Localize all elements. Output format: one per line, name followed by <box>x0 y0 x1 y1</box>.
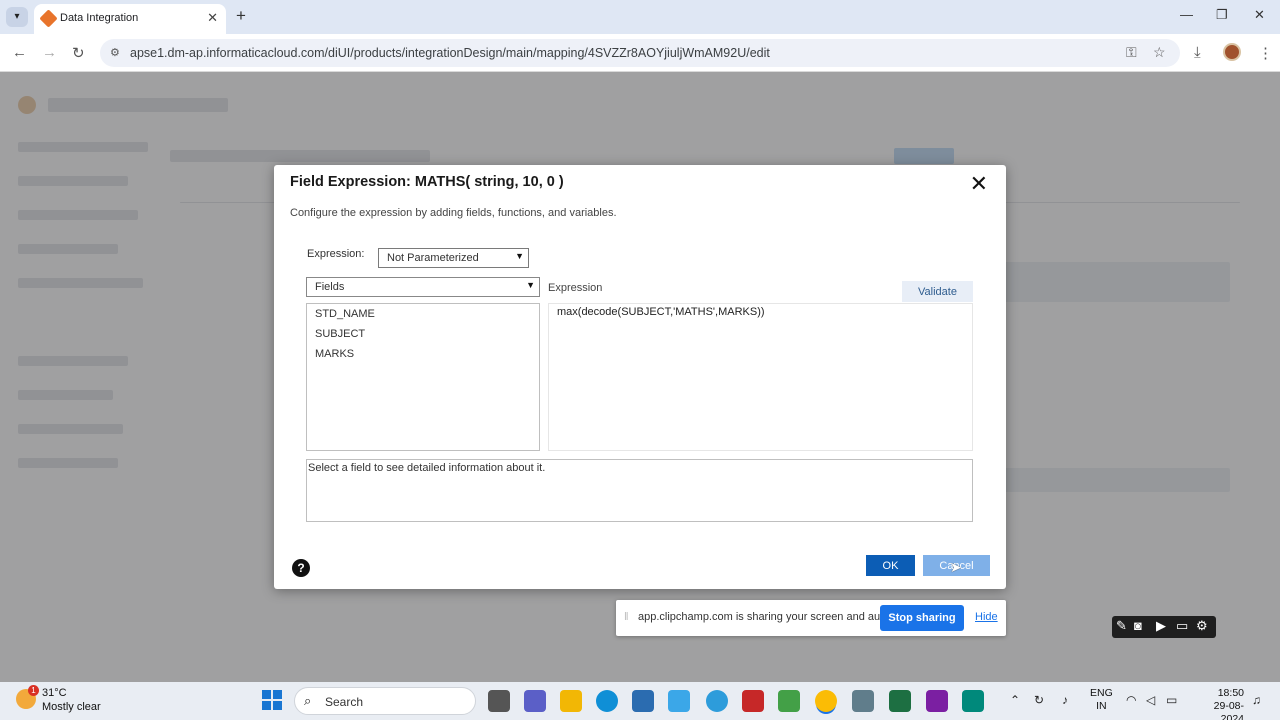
excel-icon[interactable] <box>889 690 911 712</box>
language-indicator[interactable]: ENG IN <box>1090 687 1113 713</box>
browser-tab-strip: ▾ Data Integration ✕ + — ❐ ✕ <box>0 0 1280 34</box>
informatica-favicon-icon <box>39 9 58 28</box>
search-placeholder: Search <box>325 695 364 709</box>
dialog-subtitle: Configure the expression by adding field… <box>290 207 617 219</box>
ok-button[interactable]: OK <box>866 555 915 576</box>
temperature[interactable]: 31°C <box>42 687 67 699</box>
stop-sharing-button[interactable]: Stop sharing <box>880 605 964 631</box>
recording-toolbar: ✎ ◙ ▶ ▭ ⚙ <box>1112 616 1216 638</box>
clipchamp-icon[interactable] <box>926 690 948 712</box>
battery-icon[interactable]: ▭ <box>1166 693 1177 707</box>
taskbar-search[interactable]: ⌕ Search <box>294 687 476 715</box>
new-tab-plus-icon[interactable]: + <box>236 6 246 26</box>
app-icon[interactable] <box>778 690 800 712</box>
settings-gear-icon[interactable]: ⚙ <box>1196 618 1208 634</box>
validate-button[interactable]: Validate <box>902 281 973 302</box>
expression-label: Expression: <box>307 248 365 260</box>
video-icon[interactable]: ▶ <box>1156 618 1166 634</box>
expression-header: Expression <box>548 282 603 294</box>
site-info-icon[interactable]: ⚙ <box>110 46 120 59</box>
chevron-down-icon: ▼ <box>515 251 524 261</box>
app-icon[interactable] <box>668 690 690 712</box>
mouse-pointer-icon: ➤ <box>950 559 962 575</box>
clock-date: 29-08-2024 <box>1213 700 1244 720</box>
browser-menu-icon[interactable]: ⋮ <box>1258 44 1273 62</box>
wifi-icon[interactable]: ◠ <box>1126 693 1136 707</box>
download-icon[interactable]: ⤓ <box>1194 44 1201 61</box>
volume-icon[interactable]: ◁ <box>1146 693 1155 707</box>
folder-icon[interactable]: ▭ <box>1176 618 1188 634</box>
store-icon[interactable] <box>632 690 654 712</box>
browser-tab[interactable]: Data Integration ✕ <box>34 4 226 34</box>
notification-bell-icon[interactable]: ♫ <box>1252 693 1261 707</box>
minimize-icon[interactable]: — <box>1180 7 1193 22</box>
tab-close-icon[interactable]: ✕ <box>207 10 218 26</box>
sync-icon[interactable]: ↻ <box>1034 693 1044 707</box>
field-list-item[interactable]: STD_NAME <box>315 308 375 320</box>
region-code: IN <box>1096 700 1107 712</box>
url-text[interactable]: apse1.dm-ap.informaticacloud.com/diUI/pr… <box>130 46 770 60</box>
teams-icon[interactable] <box>524 690 546 712</box>
field-list-item[interactable]: MARKS <box>315 348 354 360</box>
field-expression-dialog: Field Expression: MATHS( string, 10, 0 )… <box>274 165 1006 589</box>
weather-condition[interactable]: Mostly clear <box>42 701 101 713</box>
restore-icon[interactable]: ❐ <box>1216 7 1228 23</box>
address-toolbar: ← → ↻ ⚙ apse1.dm-ap.informaticacloud.com… <box>0 34 1280 72</box>
system-clock[interactable]: 18:50 29-08-2024 <box>1192 687 1244 720</box>
screen-sharing-bar: ‖ app.clipchamp.com is sharing your scre… <box>616 600 1006 636</box>
clock-time: 18:50 <box>1217 687 1244 699</box>
drag-handle-icon[interactable]: ‖ <box>624 611 629 623</box>
parameterization-value: Not Parameterized <box>387 252 479 264</box>
edge-icon[interactable] <box>596 690 618 712</box>
field-info-panel: Select a field to see detailed informati… <box>306 459 973 522</box>
hide-link[interactable]: Hide <box>975 611 998 623</box>
reload-icon[interactable]: ↻ <box>72 44 85 62</box>
pen-icon[interactable]: ✎ <box>1116 618 1127 634</box>
dialog-title: Field Expression: MATHS( string, 10, 0 ) <box>290 174 564 190</box>
windows-start-icon[interactable] <box>262 690 282 710</box>
omnibox[interactable]: ⚙ apse1.dm-ap.informaticacloud.com/diUI/… <box>100 39 1180 67</box>
tab-search-chevron-icon[interactable]: ▾ <box>6 7 28 27</box>
chevron-up-icon[interactable]: ⌃ <box>1010 693 1020 707</box>
password-key-icon[interactable]: ⚿ <box>1126 44 1137 61</box>
parameterization-select[interactable]: Not Parameterized ▼ <box>378 248 529 268</box>
forward-arrow-icon[interactable]: → <box>42 44 57 61</box>
app-icon[interactable] <box>706 690 728 712</box>
field-info-text: Select a field to see detailed informati… <box>308 462 546 474</box>
microphone-icon[interactable]: ♪ <box>1062 693 1068 707</box>
language-code: ENG <box>1090 687 1113 699</box>
profile-avatar[interactable] <box>1223 43 1241 61</box>
weather-badge: 1 <box>28 685 39 696</box>
tab-title: Data Integration <box>60 12 139 24</box>
sharing-message: app.clipchamp.com is sharing your screen… <box>638 611 898 623</box>
windows-taskbar: 1 31°C Mostly clear ⌕ Search ⌃ ↻ ♪ ENG I… <box>0 682 1280 720</box>
file-explorer-icon[interactable] <box>560 690 582 712</box>
fields-select[interactable]: Fields ▼ <box>306 277 540 297</box>
fields-select-value: Fields <box>315 281 345 293</box>
bookmark-star-icon[interactable]: ☆ <box>1153 44 1166 61</box>
window-close-icon[interactable]: ✕ <box>1254 7 1265 23</box>
camera-icon[interactable]: ◙ <box>1134 618 1142 633</box>
field-list: STD_NAME SUBJECT MARKS <box>306 303 540 451</box>
expression-text[interactable]: max(decode(SUBJECT,'MATHS',MARKS)) <box>557 306 765 318</box>
chevron-down-icon: ▼ <box>526 280 535 290</box>
expression-editor[interactable]: max(decode(SUBJECT,'MATHS',MARKS)) <box>548 303 973 451</box>
task-view-icon[interactable] <box>488 690 510 712</box>
app-icon[interactable] <box>852 690 874 712</box>
dialog-close-icon[interactable]: ✕ <box>970 171 988 197</box>
help-icon[interactable]: ? <box>292 559 310 577</box>
back-arrow-icon[interactable]: ← <box>12 44 27 61</box>
chrome-icon[interactable] <box>815 690 837 712</box>
search-icon: ⌕ <box>304 693 312 708</box>
field-list-item[interactable]: SUBJECT <box>315 328 365 340</box>
app-icon[interactable] <box>962 690 984 712</box>
mcafee-icon[interactable] <box>742 690 764 712</box>
